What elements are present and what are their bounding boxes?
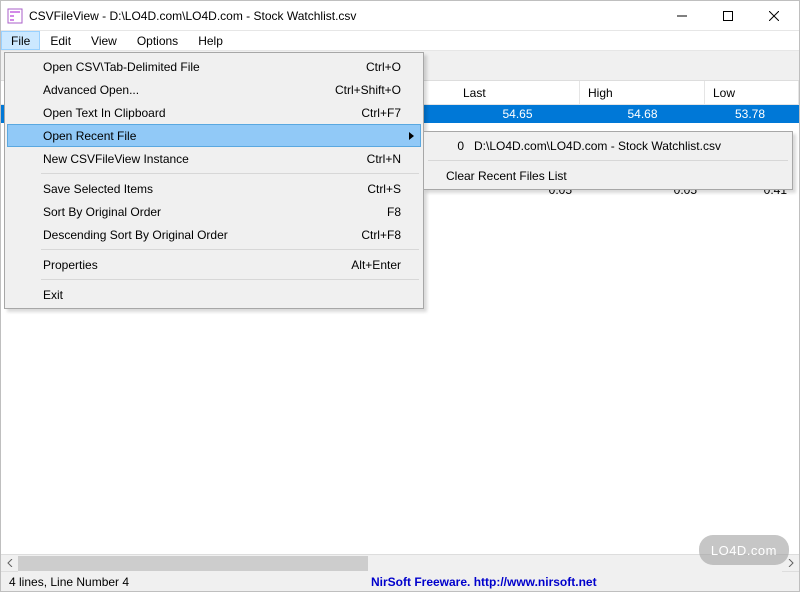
menuitem-label: Open Text In Clipboard xyxy=(43,106,166,120)
menuitem-clear-recent[interactable]: Clear Recent Files List xyxy=(426,164,790,187)
menu-edit[interactable]: Edit xyxy=(40,31,81,50)
menuitem-open-clipboard[interactable]: Open Text In Clipboard Ctrl+F7 xyxy=(7,101,421,124)
status-link[interactable]: NirSoft Freeware. http://www.nirsoft.net xyxy=(371,575,597,589)
titlebar: CSVFileView - D:\LO4D.com\LO4D.com - Sto… xyxy=(1,1,799,31)
menu-separator xyxy=(41,279,419,280)
cell-last: 54.65 xyxy=(455,107,580,121)
recent-file-path: D:\LO4D.com\LO4D.com - Stock Watchlist.c… xyxy=(474,139,721,153)
menuitem-sort-desc-original[interactable]: Descending Sort By Original Order Ctrl+F… xyxy=(7,223,421,246)
menuitem-shortcut: Ctrl+N xyxy=(367,152,401,166)
menu-file[interactable]: File xyxy=(1,31,40,50)
menu-help[interactable]: Help xyxy=(188,31,233,50)
menu-separator xyxy=(41,173,419,174)
column-header-low[interactable]: Low xyxy=(705,81,799,104)
menuitem-label: Sort By Original Order xyxy=(43,205,161,219)
chevron-right-icon xyxy=(409,132,414,140)
window-title: CSVFileView - D:\LO4D.com\LO4D.com - Sto… xyxy=(29,9,356,23)
menuitem-shortcut: Ctrl+F7 xyxy=(361,106,401,120)
watermark-badge: LO4D.com xyxy=(699,535,789,565)
menuitem-sort-original[interactable]: Sort By Original Order F8 xyxy=(7,200,421,223)
app-window: CSVFileView - D:\LO4D.com\LO4D.com - Sto… xyxy=(0,0,800,592)
watermark-text: LO4D.com xyxy=(711,543,777,558)
window-controls xyxy=(659,2,797,30)
menu-separator xyxy=(428,160,788,161)
menuitem-shortcut: Ctrl+Shift+O xyxy=(335,83,401,97)
menuitem-label: Open CSV\Tab-Delimited File xyxy=(43,60,200,74)
close-button[interactable] xyxy=(751,2,797,30)
recent-file-index: 0 xyxy=(446,139,464,153)
menuitem-label: Properties xyxy=(43,258,98,272)
recent-file-item[interactable]: 0 D:\LO4D.com\LO4D.com - Stock Watchlist… xyxy=(426,134,790,157)
cell-high: 54.68 xyxy=(580,107,705,121)
app-icon xyxy=(7,8,23,24)
menuitem-label: New CSVFileView Instance xyxy=(43,152,189,166)
menuitem-shortcut: Alt+Enter xyxy=(351,258,401,272)
horizontal-scrollbar[interactable] xyxy=(1,554,799,571)
minimize-button[interactable] xyxy=(659,2,705,30)
scroll-thumb[interactable] xyxy=(18,556,368,571)
maximize-button[interactable] xyxy=(705,2,751,30)
menuitem-exit[interactable]: Exit xyxy=(7,283,421,306)
menuitem-label: Save Selected Items xyxy=(43,182,153,196)
menuitem-open-csv[interactable]: Open CSV\Tab-Delimited File Ctrl+O xyxy=(7,55,421,78)
menuitem-shortcut: Ctrl+O xyxy=(366,60,401,74)
column-header-last[interactable]: Last xyxy=(455,81,580,104)
statusbar: 4 lines, Line Number 4 NirSoft Freeware.… xyxy=(1,571,799,591)
column-header-high[interactable]: High xyxy=(580,81,705,104)
recent-files-submenu: 0 D:\LO4D.com\LO4D.com - Stock Watchlist… xyxy=(423,131,793,190)
menuitem-properties[interactable]: Properties Alt+Enter xyxy=(7,253,421,276)
menuitem-open-recent[interactable]: Open Recent File xyxy=(7,124,421,147)
menubar: File Edit View Options Help xyxy=(1,31,799,51)
menuitem-label: Advanced Open... xyxy=(43,83,139,97)
titlebar-left: CSVFileView - D:\LO4D.com\LO4D.com - Sto… xyxy=(7,8,356,24)
menuitem-shortcut: Ctrl+F8 xyxy=(361,228,401,242)
menu-separator xyxy=(41,249,419,250)
file-menu-dropdown: Open CSV\Tab-Delimited File Ctrl+O Advan… xyxy=(4,52,424,309)
menuitem-label: Open Recent File xyxy=(43,129,136,143)
menuitem-label: Exit xyxy=(43,288,63,302)
scroll-left-button[interactable] xyxy=(1,555,18,572)
menuitem-label: Descending Sort By Original Order xyxy=(43,228,228,242)
status-line-info: 4 lines, Line Number 4 xyxy=(1,575,371,589)
menuitem-shortcut: F8 xyxy=(387,205,401,219)
scroll-track[interactable] xyxy=(18,555,782,572)
menu-options[interactable]: Options xyxy=(127,31,188,50)
cell-low: 53.78 xyxy=(705,107,795,121)
menu-view[interactable]: View xyxy=(81,31,127,50)
menuitem-label: Clear Recent Files List xyxy=(446,169,567,183)
menuitem-new-instance[interactable]: New CSVFileView Instance Ctrl+N xyxy=(7,147,421,170)
menuitem-advanced-open[interactable]: Advanced Open... Ctrl+Shift+O xyxy=(7,78,421,101)
menuitem-shortcut: Ctrl+S xyxy=(367,182,401,196)
menuitem-save-selected[interactable]: Save Selected Items Ctrl+S xyxy=(7,177,421,200)
